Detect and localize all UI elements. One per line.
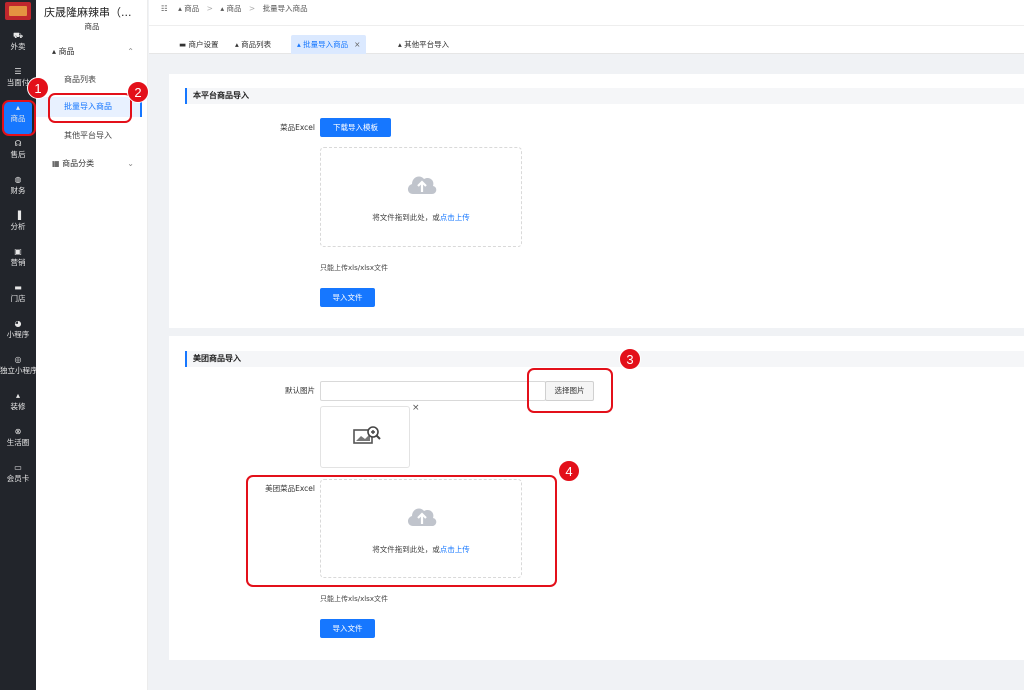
annotation-badge-1: 1 <box>27 77 49 99</box>
subnav-group-label: 商品分类 <box>62 159 95 168</box>
rail-item-membercard[interactable]: ▭ 会员卡 <box>0 462 36 494</box>
annotation-box-4 <box>246 475 557 587</box>
dropzone-instruction: 将文件拖到此处，或 <box>372 213 440 222</box>
rail-item-store[interactable]: ▬ 门店 <box>0 282 36 314</box>
click-upload-link[interactable]: 点击上传 <box>440 213 470 222</box>
compass-icon: ◎ <box>14 355 22 364</box>
import-file-button[interactable]: 导入文件 <box>320 288 375 307</box>
chevron-up-icon: ⌃ <box>127 47 134 56</box>
top-bar: ☷ ▴ 商品 > ▴ 商品 > 批量导入商品 <box>149 0 1024 26</box>
rail-item-analysis[interactable]: ▐ 分析 <box>0 210 36 242</box>
rail-item-takeout[interactable]: ⛟ 外卖 <box>0 30 36 62</box>
chevron-down-icon: ⌄ <box>127 159 134 168</box>
subnav-group-categories[interactable]: ▦ 商品分类 ⌄ <box>36 154 148 174</box>
tab-label: 商品列表 <box>241 40 272 49</box>
default-image-label: 默认图片 <box>285 386 315 395</box>
shop-logo <box>5 2 31 20</box>
close-icon[interactable]: × <box>354 40 360 49</box>
cloud-upload-icon <box>407 176 437 194</box>
file-type-hint: 只能上传xls/xlsx文件 <box>320 264 388 272</box>
tab-merchant-settings[interactable]: ▬ 商户设置 <box>173 35 224 54</box>
shop-name[interactable]: 庆晟隆麻辣串（... <box>44 4 132 20</box>
annotation-box-2 <box>48 93 132 123</box>
rail-item-label: 分析 <box>10 222 26 231</box>
subnav-group-label: 商品 <box>58 47 75 56</box>
rail-item-label: 装修 <box>10 402 26 411</box>
rail-item-finance[interactable]: ◍ 财务 <box>0 174 36 206</box>
tab-label: 其他平台导入 <box>404 40 450 49</box>
rail-item-label: 营销 <box>10 258 26 267</box>
rail-item-label: 小程序 <box>6 330 30 339</box>
subnav-group-products[interactable]: ▴ 商品 ⌃ <box>36 42 148 62</box>
rail-item-label: 售后 <box>10 150 26 159</box>
annotation-badge-3: 3 <box>619 348 641 370</box>
gift-icon: ▣ <box>14 247 22 256</box>
section-title: 本平台商品导入 <box>185 88 1024 104</box>
circle-x-icon: ⊗ <box>14 427 22 436</box>
breadcrumb-separator: > <box>206 4 213 13</box>
image-preview[interactable] <box>320 406 410 468</box>
rail-item-label: 财务 <box>10 186 26 195</box>
breadcrumb-item[interactable]: 商品 <box>184 4 199 13</box>
rail-item-label: 独立小程序 <box>0 366 36 375</box>
annotation-badge-4: 4 <box>558 460 580 482</box>
close-icon[interactable]: × <box>412 403 420 413</box>
default-image-input[interactable] <box>320 381 546 401</box>
scooter-icon: ⛟ <box>12 31 24 40</box>
subnav-item-other-platform[interactable]: 其他平台导入 <box>36 126 148 146</box>
annotation-box-3 <box>527 368 613 413</box>
section-title: 美团商品导入 <box>185 351 1024 367</box>
tab-label: 商户设置 <box>188 40 219 49</box>
wechat-icon: ◕ <box>14 319 22 328</box>
headset-icon: ☊ <box>14 139 22 148</box>
rail-item-aftersales[interactable]: ☊ 售后 <box>0 138 36 170</box>
tab-label: 批量导入商品 <box>303 40 349 49</box>
tab-other-platform[interactable]: ▴ 其他平台导入 <box>392 35 455 54</box>
shop-icon: ▴ <box>178 4 182 13</box>
page-tabs: ▬ 商户设置 ▴ 商品列表 ▴ 批量导入商品 × ▴ 其他平台导入 <box>149 26 1024 54</box>
card-icon: ▭ <box>14 463 22 472</box>
rail-item-lifecircle[interactable]: ⊗ 生活圈 <box>0 426 36 458</box>
dropzone-text: 将文件拖到此处，或点击上传 <box>321 212 521 223</box>
breadcrumb-separator: > <box>248 4 256 13</box>
annotation-badge-2: 2 <box>127 81 149 103</box>
breadcrumb-item[interactable]: 商品 <box>227 4 242 13</box>
sub-sidebar-title: 商品 <box>84 22 100 31</box>
shop-icon: ▴ <box>220 4 225 13</box>
coin-icon: ◍ <box>14 175 22 184</box>
rail-item-label: 门店 <box>10 294 26 303</box>
app-root: ⛟ 外卖 ☰ 当面付 ▴ 商品 ☊ 售后 ◍ 财务 ▐ 分析 ▣ 营销 ▬ 门店 <box>0 0 1024 690</box>
file-type-hint: 只能上传xls/xlsx文件 <box>320 595 388 603</box>
local-import-panel: 本平台商品导入 菜品Excel 下载导入模板 将文件拖到此处，或点击上传 只能上… <box>169 74 1024 328</box>
breadcrumb-current: 批量导入商品 <box>262 4 308 13</box>
collapse-menu-icon[interactable]: ☷ <box>161 4 168 13</box>
rail-item-marketing[interactable]: ▣ 营销 <box>0 246 36 278</box>
brush-icon: ▴ <box>15 391 20 400</box>
image-placeholder-icon <box>353 426 381 444</box>
dish-excel-label: 菜品Excel <box>280 123 315 132</box>
excel-dropzone[interactable]: 将文件拖到此处，或点击上传 <box>320 147 522 247</box>
tab-product-list[interactable]: ▴ 商品列表 <box>229 35 277 54</box>
rail-item-decoration[interactable]: ▴ 装修 <box>0 390 36 422</box>
rail-item-standalone-miniprogram[interactable]: ◎ 独立小程序 <box>0 354 36 386</box>
import-file-button[interactable]: 导入文件 <box>320 619 375 638</box>
breadcrumb: ☷ ▴ 商品 > ▴ 商品 > 批量导入商品 <box>161 0 308 18</box>
bar-chart-icon: ▐ <box>14 211 22 220</box>
grid-icon: ▦ <box>52 159 63 168</box>
list-icon: ☰ <box>14 67 22 76</box>
rail-item-miniprogram[interactable]: ◕ 小程序 <box>0 318 36 350</box>
rail-item-label: 外卖 <box>10 42 26 51</box>
annotation-box-1 <box>2 100 36 136</box>
rail-item-label: 会员卡 <box>6 474 30 483</box>
store-icon: ▬ <box>14 283 22 292</box>
tab-batch-import[interactable]: ▴ 批量导入商品 × <box>291 35 367 54</box>
download-template-button[interactable]: 下载导入模板 <box>320 118 391 137</box>
rail-item-label: 生活圈 <box>6 438 30 447</box>
